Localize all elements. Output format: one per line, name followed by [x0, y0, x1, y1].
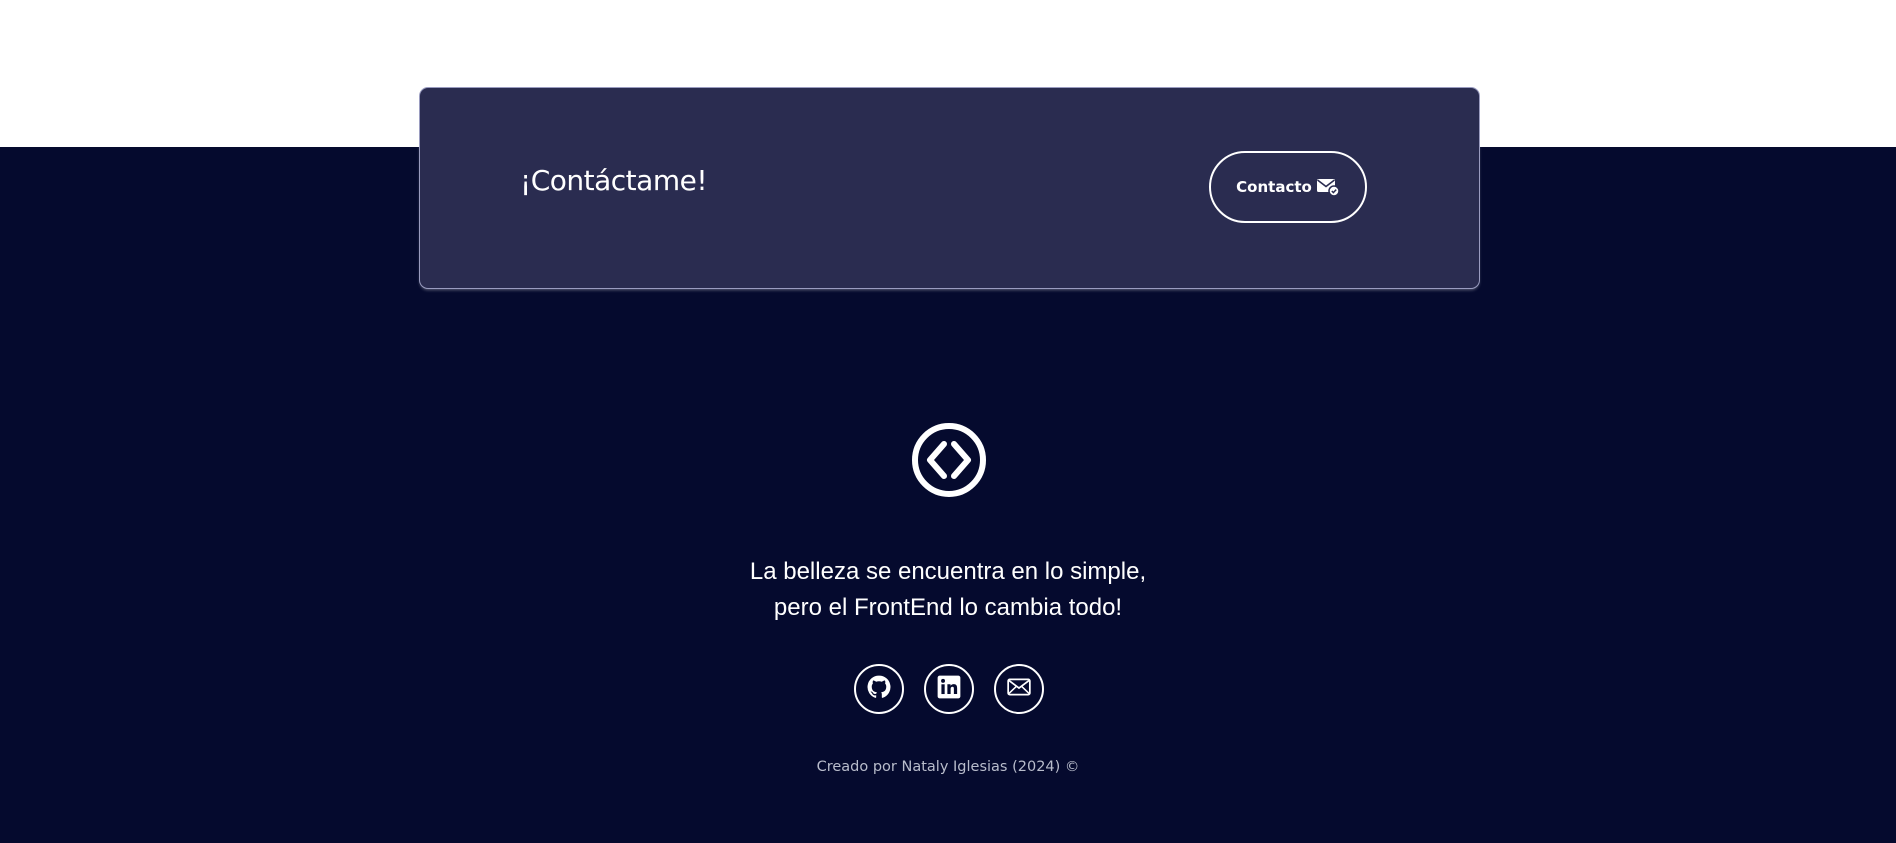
github-link[interactable]: [854, 664, 904, 714]
contact-button-label: Contacto: [1236, 178, 1312, 196]
tagline-line-1: La belleza se encuentra en lo simple,: [749, 558, 1147, 585]
page: ¡Contáctame! Contacto La belleza se encu…: [0, 0, 1896, 843]
contact-button[interactable]: Contacto: [1209, 151, 1367, 223]
footer-tagline: La belleza se encuentra en lo simple, pe…: [648, 554, 1248, 626]
linkedin-link[interactable]: [924, 664, 974, 714]
contact-card: ¡Contáctame! Contacto: [420, 88, 1479, 288]
contact-title: ¡Contáctame!: [520, 164, 708, 197]
mail-link[interactable]: [994, 664, 1044, 714]
code-brackets-icon: [911, 422, 987, 498]
github-icon: [866, 674, 892, 705]
mail-check-icon: [1316, 177, 1340, 197]
mail-icon: [1006, 674, 1032, 705]
footer-credit: Creado por Nataly Iglesias (2024) ©: [816, 758, 1080, 775]
social-links: [854, 664, 1044, 714]
tagline-line-2: pero el FrontEnd lo cambia todo!: [773, 594, 1123, 621]
linkedin-icon: [936, 674, 962, 705]
